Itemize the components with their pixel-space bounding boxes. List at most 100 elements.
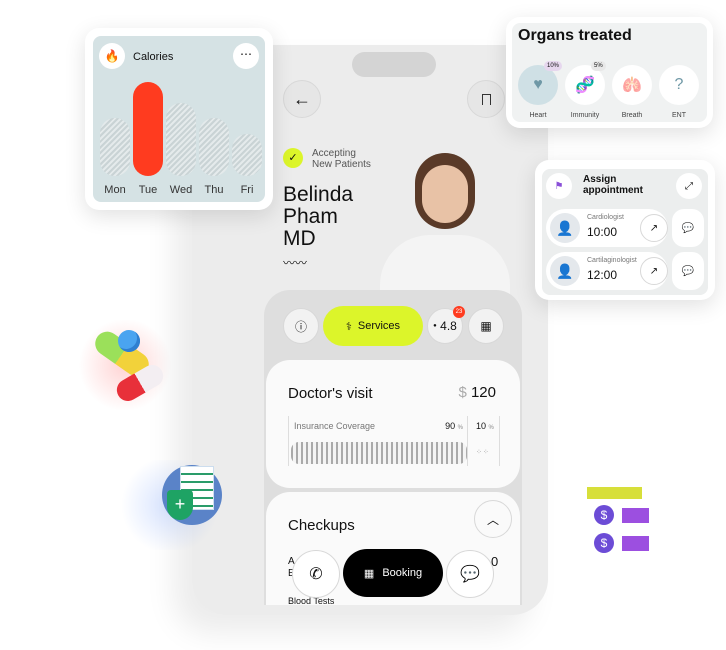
organ-badge: 10% — [544, 61, 563, 71]
dollar-icon: $ — [594, 533, 614, 553]
appointment-row[interactable]: 👤 Cartilaginologist 12:00 ↗ — [546, 252, 668, 290]
coverage-label: Insurance Coverage — [294, 421, 376, 431]
appointment-time: 10:00 — [587, 225, 618, 239]
stethoscope-icon: ⚕ — [345, 320, 352, 333]
doctor-avatar: 👤 — [550, 256, 580, 286]
calorie-bar[interactable] — [133, 81, 163, 176]
visit-title: Doctor's visit — [288, 385, 373, 402]
tab-calendar[interactable]: ▦ — [468, 308, 504, 344]
doctor-photo — [370, 145, 520, 295]
flame-icon: 🔥 — [99, 43, 125, 69]
covered-pct: 90 — [445, 421, 456, 431]
appointment-title: Assign — [583, 174, 617, 185]
expand-button[interactable]: ⤢ — [676, 173, 702, 199]
pct-sign: % — [457, 425, 463, 431]
appointment-widget: ⚑ Assign appointment ⤢ 👤 Cardiologist 10:00… — [535, 160, 715, 300]
organ-badge: 5% — [591, 61, 606, 71]
day-label: Mon — [104, 184, 126, 196]
info-button[interactable]: ⓘ — [283, 308, 319, 344]
external-link-icon: ↗ — [649, 265, 659, 277]
calories-widget: 🔥 Calories ⋯ Mon Tue Wed Thu Fri — [85, 28, 273, 210]
checkups-title: Checkups — [288, 517, 355, 534]
visit-price: 120 — [470, 384, 496, 401]
name-line: Belinda — [283, 183, 354, 206]
bookmark-icon — [481, 93, 491, 105]
immunity-icon: 🧬 — [575, 77, 595, 94]
covered-fill — [291, 442, 467, 464]
organ-label: Immunity — [570, 112, 600, 119]
dollar-icon: $ — [594, 505, 614, 525]
arrow-left-icon: ← — [293, 88, 311, 109]
tab-label: Services — [357, 320, 401, 332]
organ-immunity[interactable]: 🧬 — [565, 65, 605, 105]
organ-breath[interactable]: 🫁 — [612, 65, 652, 105]
chat-icon: 💬 — [681, 222, 695, 234]
chevron-up-icon: ︿ — [486, 512, 499, 527]
uncovered-pct: 10 — [476, 421, 487, 431]
organ-label: ENT — [672, 112, 686, 119]
appointment-row[interactable]: 👤 Cardiologist 10:00 ↗ — [546, 209, 668, 247]
doctor-avatar: 👤 — [550, 213, 580, 243]
pct-sign: % — [488, 425, 494, 431]
info-icon: ⓘ — [294, 319, 307, 334]
check-icon: ✓ — [283, 148, 303, 168]
doctor-visit-card: Doctor's visit $ 120 Insurance Coverage … — [266, 360, 520, 488]
signature-squiggle: 〰〰 — [283, 256, 308, 270]
day-label: Wed — [169, 184, 193, 196]
calorie-bar[interactable] — [232, 134, 262, 176]
bookmark-button[interactable] — [467, 80, 505, 118]
organs-title: Organs treated — [518, 27, 632, 44]
calendar-icon: ▦ — [363, 567, 375, 580]
flag-icon: ⚑ — [546, 173, 572, 199]
appointment-title: appointment — [583, 185, 643, 196]
bill-line — [622, 536, 649, 551]
rating-badge: 23 — [453, 306, 465, 318]
appointment-time: 12:00 — [587, 268, 618, 282]
expand-icon: ⤢ — [685, 180, 693, 192]
status-line: New Patients — [312, 159, 371, 170]
day-label: Tue — [138, 184, 158, 196]
heart-icon: ♥ — [533, 76, 543, 93]
phone-notch — [352, 52, 436, 77]
day-label: Thu — [204, 184, 224, 196]
calorie-bar[interactable] — [100, 118, 130, 176]
organ-label: Heart — [529, 112, 547, 119]
calendar-icon: ▦ — [480, 319, 492, 333]
organ-heart[interactable]: ♥ — [518, 65, 558, 105]
calorie-bar[interactable] — [166, 102, 196, 176]
open-button[interactable]: ↗ — [640, 257, 668, 285]
billing-header — [587, 487, 642, 499]
day-label: Fri — [240, 184, 254, 196]
back-button[interactable]: ← — [283, 80, 321, 118]
calories-title: Calories — [133, 51, 174, 63]
booking-button[interactable]: ▦ Booking — [343, 549, 443, 597]
collapse-button[interactable]: ︿ — [474, 500, 512, 538]
booking-label: Booking — [382, 567, 423, 579]
phone-icon: ✆ — [309, 566, 323, 583]
message-button[interactable]: 💬 — [672, 252, 704, 290]
star-dot-icon: ● — [433, 323, 437, 329]
organ-ent[interactable]: ? — [659, 65, 699, 105]
accepting-status: Accepting New Patients — [312, 148, 371, 170]
status-line: Accepting — [312, 148, 356, 159]
ent-icon: ? — [674, 76, 684, 93]
chat-icon: 💬 — [681, 265, 695, 277]
currency: $ — [458, 384, 467, 401]
name-line: Pham — [283, 205, 338, 228]
coverage-bar: Insurance Coverage 90 % — [288, 416, 468, 466]
more-button[interactable]: ⋯ — [233, 43, 259, 69]
tab-services[interactable]: ⚕ Services — [323, 306, 423, 346]
dots-pattern: ⁘⁘ — [476, 449, 490, 456]
uncovered-segment: 10 % ⁘⁘ — [472, 416, 500, 466]
open-button[interactable]: ↗ — [640, 214, 668, 242]
calorie-bar[interactable] — [199, 118, 229, 176]
appointment-role: Cardiologist — [587, 214, 624, 221]
rating-value: 4.8 — [440, 319, 457, 333]
bill-line — [622, 508, 649, 523]
name-line: MD — [283, 227, 316, 250]
organ-label: Breath — [621, 112, 643, 119]
call-button[interactable]: ✆ — [292, 550, 340, 598]
shield-cross-icon: + — [167, 490, 193, 520]
message-button[interactable]: 💬 — [672, 209, 704, 247]
chat-button[interactable]: 💬 — [446, 550, 494, 598]
